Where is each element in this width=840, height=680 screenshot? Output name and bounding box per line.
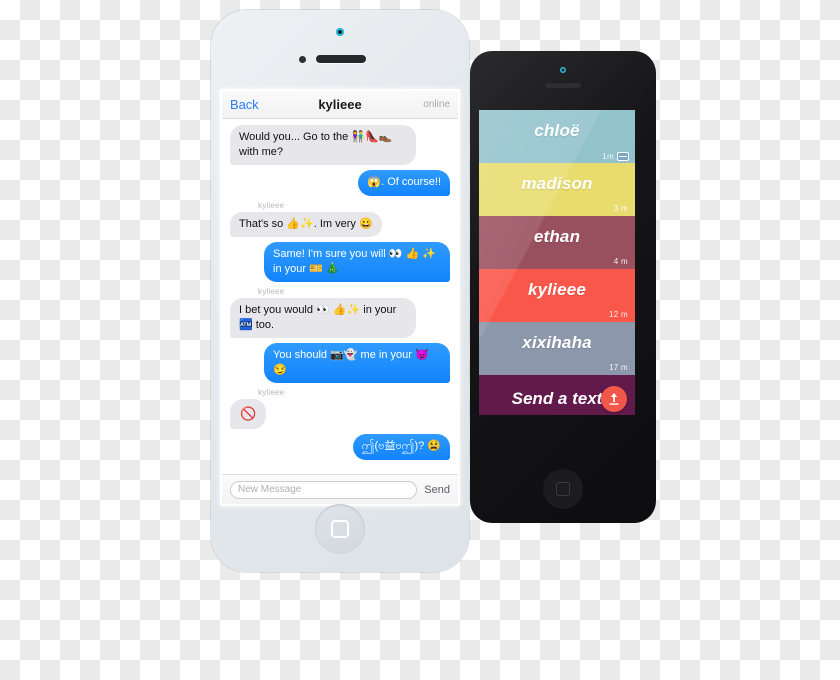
conversation-name: ethan [533,227,581,246]
ticket-icon [617,152,629,161]
back-button[interactable]: Back [230,97,259,112]
message-row: ဤ(ဗ益ဗဤ)? 😫 [230,434,450,460]
conversation-name: xixihaha [522,333,592,352]
black-phone-device: chloë 1m madison 3 m ethan 4 m kylieee 1… [470,51,656,523]
earpiece-speaker-icon [316,55,366,63]
sender-label: kylieee [258,388,285,398]
message-row: 😱. Of course!! [230,170,450,196]
message-row: I bet you would 👀 👍✨ in your 🏧 too. [226,298,450,339]
front-camera-icon [560,67,566,73]
message-row: 🚫 [225,399,450,430]
conversation-badge: 1m [602,152,629,161]
conversation-list-screen: chloë 1m madison 3 m ethan 4 m kylieee 1… [479,110,635,415]
conversation-name: madison [521,174,593,193]
conversation-time: 4 m [613,257,628,266]
message-thread[interactable]: Would you... Go to the 👫👠👞 with me? 😱. O… [222,119,458,474]
canvas: Back kylieee online Would you... Go to t… [0,0,840,680]
message-row: That's so 👍✨. Im very 😀 [226,211,450,238]
send-button[interactable]: Send [424,484,450,496]
upload-icon [609,393,619,405]
new-message-input[interactable] [230,480,418,499]
chat-navbar: Back kylieee online [222,91,458,119]
message-bubble-outgoing: You should 📷👻 me in your 👿 😏 [264,343,450,384]
message-bubble-outgoing: ဤ(ဗ益ဗဤ)? 😫 [352,434,450,460]
message-bubble-incoming: That's so 👍✨. Im very 😀 [226,211,382,238]
sender-label: kylieee [258,200,285,210]
online-status-label: online [423,99,450,110]
message-row: Same! I'm sure you will 👀 👍 ✨ in your 🎫 … [230,242,450,283]
front-camera-icon [336,28,344,36]
conversation-row-ethan[interactable]: ethan 4 m [479,216,635,269]
home-square-icon [556,482,570,496]
home-square-icon [331,520,349,538]
message-bubble-incoming: 🚫 [225,399,267,430]
conversation-row-chloe[interactable]: chloë 1m [479,110,635,163]
message-row: Would you... Go to the 👫👠👞 with me? [226,125,450,166]
home-button[interactable] [543,469,583,509]
conversation-row-xixihaha[interactable]: xixihaha 17 m [479,322,635,375]
message-bubble-outgoing: 😱. Of course!! [358,170,450,196]
message-bubble-incoming: I bet you would 👀 👍✨ in your 🏧 too. [226,298,416,339]
conversation-row-madison[interactable]: madison 3 m [479,163,635,216]
white-phone-device: Back kylieee online Would you... Go to t… [211,10,469,572]
chat-screen: Back kylieee online Would you... Go to t… [222,91,458,504]
conversation-time: 1m [602,152,614,161]
earpiece-speaker-icon [545,83,581,88]
conversation-name: chloë [534,121,580,140]
message-row: You should 📷👻 me in your 👿 😏 [230,343,450,384]
conversation-name: kylieee [527,280,587,299]
message-composer: Send [222,474,458,504]
message-bubble-incoming: Would you... Go to the 👫👠👞 with me? [226,125,416,166]
proximity-sensor-icon [299,56,306,63]
conversation-time: 12 m [609,310,628,319]
home-button[interactable] [315,504,365,554]
conversation-time: 3 m [613,204,628,213]
upload-button[interactable] [601,386,627,412]
conversation-row-kylieee[interactable]: kylieee 12 m [479,269,635,322]
conversation-time: 17 m [609,363,628,372]
sender-label: kylieee [258,287,285,297]
message-bubble-outgoing: Same! I'm sure you will 👀 👍 ✨ in your 🎫 … [264,242,450,283]
